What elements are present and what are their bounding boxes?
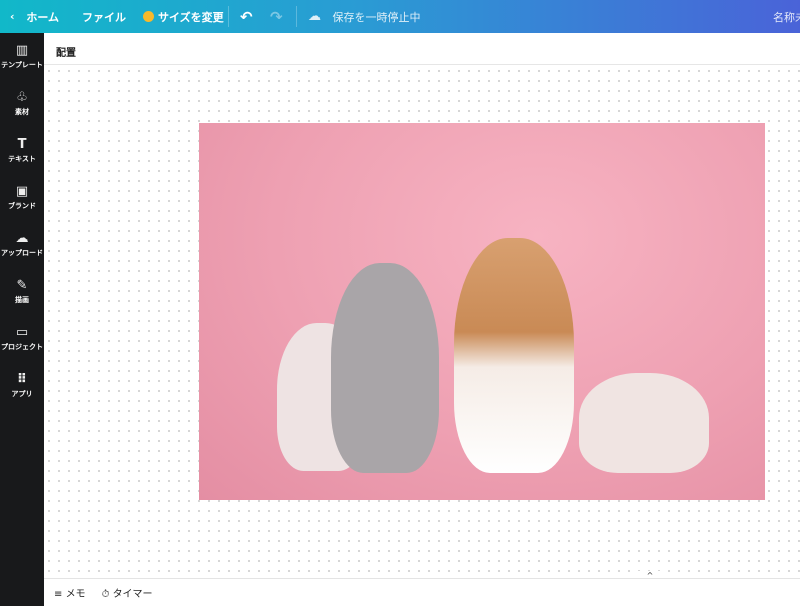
save-status[interactable]: ☁ 保存を一時停止中	[308, 9, 421, 25]
sidebar-item-text[interactable]: T テキスト	[0, 127, 44, 174]
apps-grid-icon: ⠿	[16, 371, 28, 387]
position-button[interactable]: 配置	[56, 48, 76, 59]
chevron-left-icon: ‹	[10, 10, 15, 23]
sidebar-item-projects[interactable]: ▭ プロジェクト	[0, 315, 44, 362]
bottom-bar: ≡ メモ ⏱ タイマー	[44, 578, 800, 606]
sidebar-item-uploads[interactable]: ☁ アップロード	[0, 221, 44, 268]
elements-icon: ♧	[16, 89, 28, 105]
text-icon: T	[17, 136, 27, 152]
notes-button[interactable]: ≡ メモ	[54, 585, 86, 600]
home-button[interactable]: ‹ ホーム	[10, 9, 59, 25]
context-toolbar: 配置	[44, 33, 800, 65]
sidebar-item-apps[interactable]: ⠿ アプリ	[0, 362, 44, 409]
undo-icon[interactable]: ↶	[240, 8, 253, 26]
file-menu-button[interactable]: ファイル	[82, 9, 126, 25]
timer-icon: ⏱	[101, 589, 110, 600]
draw-icon: ✎	[16, 277, 28, 293]
sidebar: ▥ テンプレート ♧ 素材 T テキスト ▣ ブランド ☁ アップロード ✎ 描画 ▭ プロジ…	[0, 33, 44, 606]
resize-button[interactable]: サイズを変更	[143, 9, 224, 25]
cloud-alert-icon: ☁	[308, 9, 321, 24]
crown-icon	[143, 11, 154, 22]
timer-button[interactable]: ⏱ タイマー	[102, 585, 153, 600]
top-bar: ‹ ホーム ファイル サイズを変更 ↶ ↷ ☁ 保存を一時停止中 名称未	[0, 0, 800, 33]
corgi	[454, 238, 574, 473]
cat-right	[579, 373, 709, 473]
sidebar-item-draw[interactable]: ✎ 描画	[0, 268, 44, 315]
template-icon: ▥	[15, 42, 29, 58]
poodle	[331, 263, 439, 473]
sidebar-item-elements[interactable]: ♧ 素材	[0, 80, 44, 127]
brand-icon: ▣	[15, 183, 29, 199]
folder-icon: ▭	[15, 324, 29, 340]
sidebar-item-brand[interactable]: ▣ ブランド	[0, 174, 44, 221]
sidebar-item-templates[interactable]: ▥ テンプレート	[0, 33, 44, 80]
design-title[interactable]: 名称未	[773, 9, 800, 25]
upload-cloud-icon: ☁	[15, 230, 29, 246]
redo-icon[interactable]: ↷	[270, 8, 283, 26]
pets-photo[interactable]	[199, 123, 765, 500]
